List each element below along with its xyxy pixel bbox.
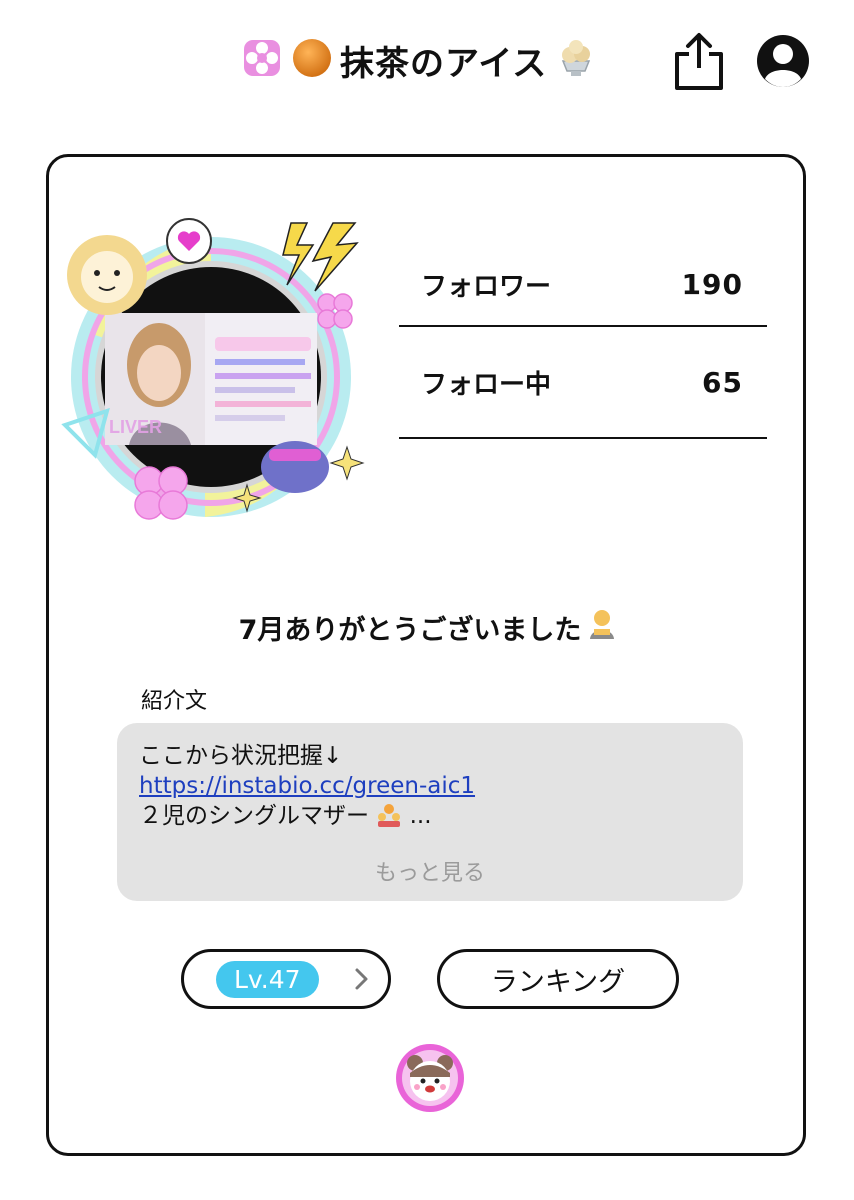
share-button[interactable] — [668, 30, 730, 92]
stats-panel: フォロワー 190 フォロー中 65 — [399, 243, 767, 439]
title-bar: 抹茶のアイス — [240, 32, 599, 88]
family-icon — [376, 803, 409, 829]
bio-link[interactable]: https://instabio.cc/green-aic1 — [139, 771, 721, 801]
followers-row[interactable]: フォロワー 190 — [399, 243, 767, 327]
profile-card: LIVER フォロワー 190 フォロー中 65 7月ありがとうございました 紹… — [46, 154, 806, 1156]
share-icon — [675, 33, 723, 90]
following-count: 65 — [702, 365, 743, 399]
header: 抹茶のアイス — [0, 0, 854, 120]
following-label: フォロー中 — [421, 369, 552, 400]
see-more-button[interactable]: もっと見る — [117, 859, 743, 889]
profile-avatar[interactable]: LIVER — [55, 215, 367, 531]
level-badge: Lv.47 — [216, 960, 319, 998]
page-title: 抹茶のアイス — [340, 43, 548, 84]
flower-icon — [240, 36, 284, 84]
profile-headline: 7月ありがとうございました — [49, 607, 809, 648]
orange-circle-icon — [290, 36, 334, 84]
level-button[interactable]: Lv.47 — [181, 949, 391, 1009]
headline-text: 7月ありがとうございました — [238, 615, 582, 646]
svg-text:LIVER: LIVER — [109, 417, 162, 437]
ice-cream-icon — [553, 35, 599, 85]
bio-line: ここから状況把握↓ — [139, 743, 343, 769]
bowing-person-icon — [585, 607, 619, 648]
chevron-right-icon — [355, 968, 368, 990]
bio-line-text: ２児のシングルマザー — [139, 803, 369, 829]
bio-line: ２児のシングルマザー ... — [139, 801, 721, 831]
followers-label: フォロワー — [421, 271, 552, 302]
intro-label: 紹介文 — [141, 689, 208, 714]
followers-count: 190 — [681, 267, 743, 301]
bear-mascot-icon[interactable] — [395, 1043, 465, 1113]
bio-box[interactable]: ここから状況把握↓ https://instabio.cc/green-aic1… — [117, 723, 743, 901]
account-icon — [757, 35, 809, 87]
following-row[interactable]: フォロー中 65 — [399, 327, 767, 439]
bio-ellipsis: ... — [409, 803, 432, 829]
ranking-button[interactable]: ランキング — [437, 949, 679, 1009]
account-button[interactable] — [752, 30, 814, 92]
